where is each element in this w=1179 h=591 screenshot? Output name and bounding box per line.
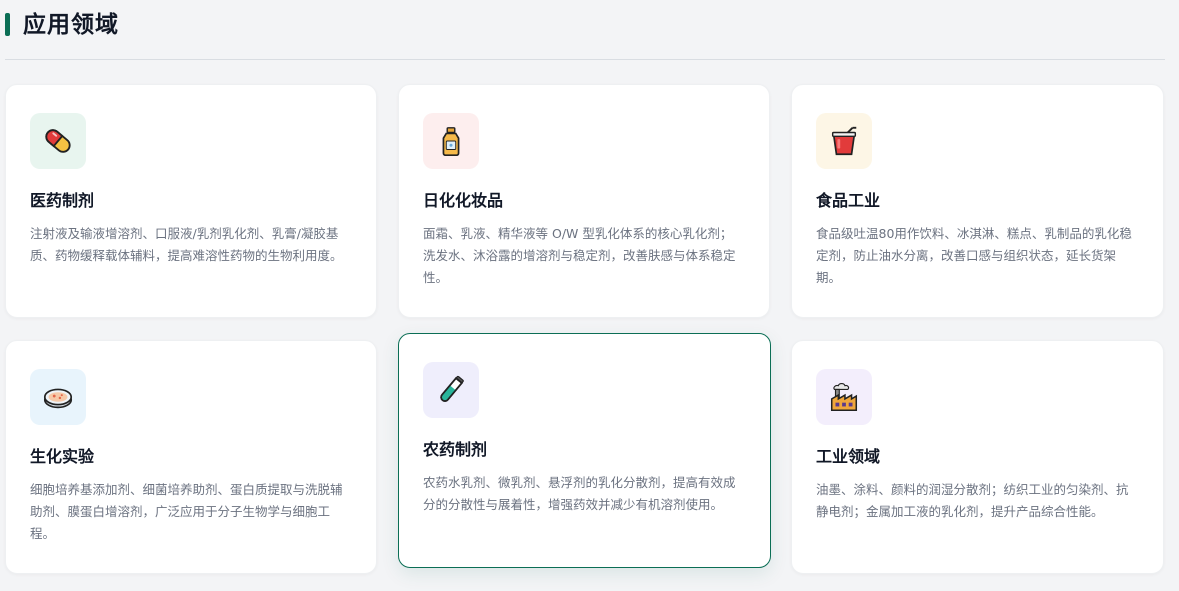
card-icon-box	[30, 113, 86, 169]
section-title: 应用领域	[23, 12, 119, 38]
card-icon-box	[423, 113, 479, 169]
card-biochem[interactable]: 生化实验 细胞培养基添加剂、细菌培养助剂、蛋白质提取与洗脱辅助剂、膜蛋白增溶剂，…	[5, 340, 377, 574]
card-title: 生化实验	[30, 447, 95, 466]
card-description: 细胞培养基添加剂、细菌培养助剂、蛋白质提取与洗脱辅助剂、膜蛋白增溶剂，广泛应用于…	[30, 482, 343, 541]
section-header: 应用领域	[5, 10, 1165, 60]
card-description: 油墨、涂料、颜料的润湿分散剂；纺织工业的匀染剂、抗静电剂；金属加工液的乳化剂，提…	[816, 482, 1129, 519]
lotion-bottle-icon	[442, 127, 460, 157]
card-title: 日化化妆品	[423, 191, 504, 210]
card-icon-box	[816, 113, 872, 169]
card-icon-box	[816, 369, 872, 425]
petri-dish-icon	[43, 388, 73, 409]
card-title: 医药制剂	[30, 191, 95, 210]
card-icon-box	[423, 362, 479, 418]
card-description: 注射液及输液增溶剂、口服液/乳剂乳化剂、乳膏/凝胶基质、药物缓释载体辅料，提高难…	[30, 226, 343, 263]
card-title: 食品工业	[816, 191, 881, 210]
pill-icon	[45, 129, 71, 153]
card-pharma[interactable]: 医药制剂 注射液及输液增溶剂、口服液/乳剂乳化剂、乳膏/凝胶基质、药物缓释载体辅…	[5, 84, 377, 318]
card-cosmetics[interactable]: 日化化妆品 面霜、乳液、精华液等 O/W 型乳化体系的核心乳化剂；洗发水、沐浴露…	[398, 84, 770, 318]
test-tube-icon	[440, 375, 464, 402]
factory-icon	[830, 382, 858, 411]
card-icon-box	[30, 369, 86, 425]
card-description: 食品级吐温80用作饮料、冰淇淋、糕点、乳制品的乳化稳定剂，防止油水分离，改善口感…	[816, 226, 1132, 285]
card-title: 农药制剂	[423, 440, 488, 459]
card-pesticide[interactable]: 农药制剂 农药水乳剂、微乳剂、悬浮剂的乳化分散剂，提高有效成分的分散性与展着性，…	[398, 333, 771, 568]
title-accent-bar	[5, 13, 10, 36]
card-industry[interactable]: 工业领域 油墨、涂料、颜料的润湿分散剂；纺织工业的匀染剂、抗静电剂；金属加工液的…	[791, 340, 1164, 574]
card-food[interactable]: 食品工业 食品级吐温80用作饮料、冰淇淋、糕点、乳制品的乳化稳定剂，防止油水分离…	[791, 84, 1164, 318]
drink-cup-icon	[831, 126, 857, 156]
card-description: 面霜、乳液、精华液等 O/W 型乳化体系的核心乳化剂；洗发水、沐浴露的增溶剂与稳…	[423, 226, 736, 285]
card-description: 农药水乳剂、微乳剂、悬浮剂的乳化分散剂，提高有效成分的分散性与展着性，增强药效并…	[423, 475, 736, 512]
card-title: 工业领域	[816, 447, 881, 466]
